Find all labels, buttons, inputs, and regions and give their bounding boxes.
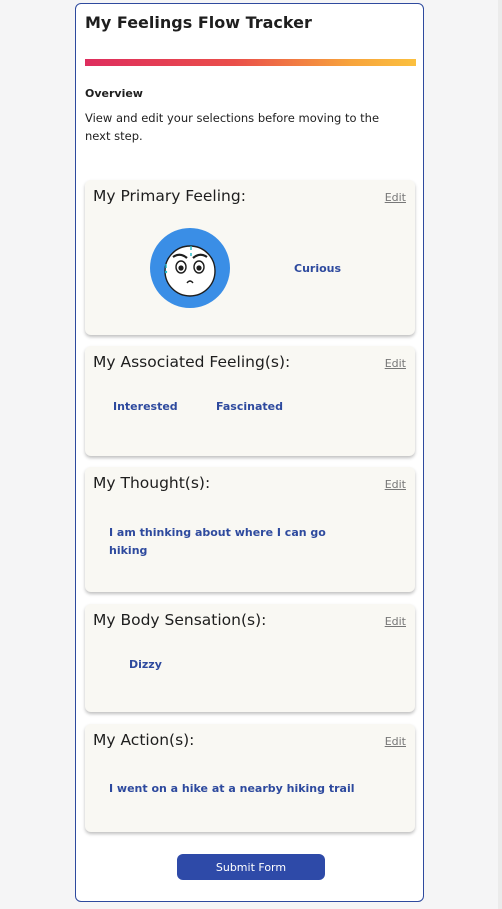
- edit-primary-feeling-link[interactable]: Edit: [385, 191, 406, 204]
- body-sensations-section: My Body Sensation(s): Edit Dizzy: [85, 604, 415, 712]
- edit-associated-feelings-link[interactable]: Edit: [385, 357, 406, 370]
- page-scrollbar[interactable]: [498, 0, 502, 909]
- action-item: I went on a hike at a nearby hiking trai…: [109, 782, 355, 795]
- associated-feelings-title: My Associated Feeling(s):: [93, 353, 291, 371]
- thoughts-section: My Thought(s): Edit I am thinking about …: [85, 467, 415, 592]
- associated-feelings-section: My Associated Feeling(s): Edit Intereste…: [85, 346, 415, 456]
- submit-form-button[interactable]: Submit Form: [177, 854, 325, 880]
- primary-feeling-title: My Primary Feeling:: [93, 187, 246, 205]
- thought-item: I am thinking about where I can go hikin…: [109, 526, 326, 557]
- actions-section: My Action(s): Edit I went on a hike at a…: [85, 724, 415, 832]
- edit-thoughts-link[interactable]: Edit: [385, 478, 406, 491]
- overview-text: View and edit your selections before mov…: [85, 111, 380, 143]
- thoughts-title: My Thought(s):: [93, 474, 211, 492]
- body-sensation-item: Dizzy: [129, 658, 162, 671]
- overview-heading: Overview: [85, 87, 143, 100]
- associated-feeling-item: Fascinated: [216, 400, 283, 413]
- page-title: My Feelings Flow Tracker: [85, 13, 312, 32]
- curious-face-icon: [150, 228, 230, 308]
- body-sensations-title: My Body Sensation(s):: [93, 611, 267, 629]
- edit-actions-link[interactable]: Edit: [385, 735, 406, 748]
- tracker-card: My Feelings Flow Tracker Overview View a…: [75, 3, 424, 902]
- associated-feeling-item: Interested: [113, 400, 178, 413]
- primary-feeling-section: My Primary Feeling: Edit Curious: [85, 180, 415, 335]
- actions-title: My Action(s):: [93, 731, 195, 749]
- edit-body-sensations-link[interactable]: Edit: [385, 615, 406, 628]
- primary-feeling-value: Curious: [294, 262, 342, 275]
- gradient-divider: [85, 59, 416, 66]
